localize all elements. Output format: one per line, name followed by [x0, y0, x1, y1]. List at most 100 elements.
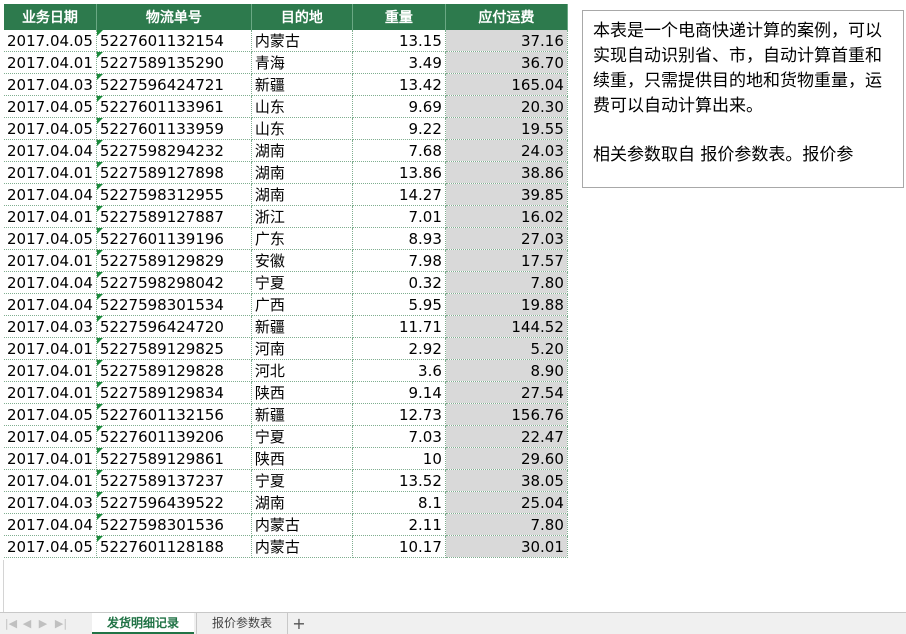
cell-destination[interactable]: 陕西 [251, 381, 353, 404]
cell-weight[interactable]: 10 [352, 447, 446, 470]
cell-weight[interactable]: 8.1 [352, 491, 446, 514]
cell-fee[interactable]: 22.47 [445, 425, 568, 448]
cell-weight[interactable]: 10.17 [352, 535, 446, 558]
cell-destination[interactable]: 内蒙古 [251, 535, 353, 558]
cell-date[interactable]: 2017.04.01 [4, 249, 97, 272]
cell-weight[interactable]: 9.14 [352, 381, 446, 404]
cell-weight[interactable]: 2.92 [352, 337, 446, 360]
last-sheet-arrow-icon[interactable]: ▶| [54, 616, 68, 632]
header-cell-date[interactable]: 业务日期 [4, 4, 97, 30]
cell-fee[interactable]: 29.60 [445, 447, 568, 470]
cell-weight[interactable]: 3.6 [352, 359, 446, 382]
cell-date[interactable]: 2017.04.05 [4, 95, 97, 118]
cell-tracking-number[interactable]: 5227589129828 [96, 359, 252, 382]
cell-fee[interactable]: 30.01 [445, 535, 568, 558]
cell-destination[interactable]: 青海 [251, 51, 353, 74]
cell-weight[interactable]: 5.95 [352, 293, 446, 316]
cell-destination[interactable]: 内蒙古 [251, 513, 353, 536]
cell-destination[interactable]: 宁夏 [251, 425, 353, 448]
cell-date[interactable]: 2017.04.04 [4, 271, 97, 294]
cell-fee[interactable]: 7.80 [445, 513, 568, 536]
cell-destination[interactable]: 湖南 [251, 491, 353, 514]
cell-destination[interactable]: 新疆 [251, 403, 353, 426]
cell-date[interactable]: 2017.04.01 [4, 447, 97, 470]
cell-tracking-number[interactable]: 5227601128188 [96, 535, 252, 558]
cell-date[interactable]: 2017.04.05 [4, 227, 97, 250]
cell-tracking-number[interactable]: 5227589129861 [96, 447, 252, 470]
cell-weight[interactable]: 13.52 [352, 469, 446, 492]
cell-destination[interactable]: 河南 [251, 337, 353, 360]
cell-fee[interactable]: 16.02 [445, 205, 568, 228]
cell-destination[interactable]: 陕西 [251, 447, 353, 470]
cell-tracking-number[interactable]: 5227589129829 [96, 249, 252, 272]
prev-sheet-arrow-icon[interactable]: ◀ [20, 616, 34, 632]
cell-weight[interactable]: 9.22 [352, 117, 446, 140]
cell-fee[interactable]: 37.16 [445, 30, 568, 52]
cell-date[interactable]: 2017.04.01 [4, 51, 97, 74]
cell-destination[interactable]: 安徽 [251, 249, 353, 272]
cell-tracking-number[interactable]: 5227589137237 [96, 469, 252, 492]
cell-tracking-number[interactable]: 5227589129825 [96, 337, 252, 360]
first-sheet-arrow-icon[interactable]: |◀ [4, 616, 18, 632]
cell-destination[interactable]: 宁夏 [251, 469, 353, 492]
cell-fee[interactable]: 8.90 [445, 359, 568, 382]
cell-weight[interactable]: 9.69 [352, 95, 446, 118]
add-sheet-button[interactable]: + [290, 613, 308, 634]
cell-date[interactable]: 2017.04.01 [4, 469, 97, 492]
cell-tracking-number[interactable]: 5227601133961 [96, 95, 252, 118]
cell-destination[interactable]: 广西 [251, 293, 353, 316]
cell-fee[interactable]: 5.20 [445, 337, 568, 360]
cell-fee[interactable]: 39.85 [445, 183, 568, 206]
cell-fee[interactable]: 19.55 [445, 117, 568, 140]
cell-date[interactable]: 2017.04.05 [4, 30, 97, 52]
tab-quote-parameters[interactable]: 报价参数表 [196, 613, 288, 634]
cell-date[interactable]: 2017.04.03 [4, 73, 97, 96]
cell-destination[interactable]: 宁夏 [251, 271, 353, 294]
cell-date[interactable]: 2017.04.03 [4, 491, 97, 514]
cell-date[interactable]: 2017.04.01 [4, 381, 97, 404]
cell-weight[interactable]: 7.03 [352, 425, 446, 448]
cell-tracking-number[interactable]: 5227601132154 [96, 30, 252, 52]
cell-destination[interactable]: 湖南 [251, 183, 353, 206]
cell-fee[interactable]: 25.04 [445, 491, 568, 514]
cell-fee[interactable]: 36.70 [445, 51, 568, 74]
cell-tracking-number[interactable]: 5227589129834 [96, 381, 252, 404]
cell-date[interactable]: 2017.04.04 [4, 139, 97, 162]
cell-date[interactable]: 2017.04.01 [4, 337, 97, 360]
cell-fee[interactable]: 7.80 [445, 271, 568, 294]
cell-weight[interactable]: 12.73 [352, 403, 446, 426]
cell-tracking-number[interactable]: 5227601139196 [96, 227, 252, 250]
cell-destination[interactable]: 河北 [251, 359, 353, 382]
worksheet-grid[interactable]: 业务日期 物流单号 目的地 重量 应付运费 2017.04.05 52276011… [0, 0, 906, 612]
next-sheet-arrow-icon[interactable]: ▶ [36, 616, 50, 632]
cell-tracking-number[interactable]: 5227598298042 [96, 271, 252, 294]
cell-destination[interactable]: 新疆 [251, 73, 353, 96]
cell-tracking-number[interactable]: 5227598301536 [96, 513, 252, 536]
cell-date[interactable]: 2017.04.01 [4, 359, 97, 382]
cell-tracking-number[interactable]: 5227601133959 [96, 117, 252, 140]
cell-tracking-number[interactable]: 5227596424720 [96, 315, 252, 338]
cell-destination[interactable]: 浙江 [251, 205, 353, 228]
cell-fee[interactable]: 165.04 [445, 73, 568, 96]
cell-date[interactable]: 2017.04.04 [4, 293, 97, 316]
cell-destination[interactable]: 新疆 [251, 315, 353, 338]
cell-destination[interactable]: 湖南 [251, 139, 353, 162]
cell-fee[interactable]: 156.76 [445, 403, 568, 426]
cell-date[interactable]: 2017.04.05 [4, 117, 97, 140]
cell-date[interactable]: 2017.04.05 [4, 403, 97, 426]
tab-shipping-details[interactable]: 发货明细记录 [92, 613, 194, 634]
cell-date[interactable]: 2017.04.05 [4, 425, 97, 448]
cell-tracking-number[interactable]: 5227598294232 [96, 139, 252, 162]
cell-fee[interactable]: 38.05 [445, 469, 568, 492]
cell-weight[interactable]: 0.32 [352, 271, 446, 294]
cell-fee[interactable]: 19.88 [445, 293, 568, 316]
cell-fee[interactable]: 17.57 [445, 249, 568, 272]
cell-weight[interactable]: 7.01 [352, 205, 446, 228]
cell-weight[interactable]: 11.71 [352, 315, 446, 338]
cell-tracking-number[interactable]: 5227598312955 [96, 183, 252, 206]
note-textbox[interactable]: 本表是一个电商快递计算的案例，可以实现自动识别省、市，自动计算首重和续重，只需提… [582, 10, 904, 188]
cell-tracking-number[interactable]: 5227589127898 [96, 161, 252, 184]
cell-tracking-number[interactable]: 5227601139206 [96, 425, 252, 448]
cell-weight[interactable]: 14.27 [352, 183, 446, 206]
header-cell-destination[interactable]: 目的地 [251, 4, 353, 30]
